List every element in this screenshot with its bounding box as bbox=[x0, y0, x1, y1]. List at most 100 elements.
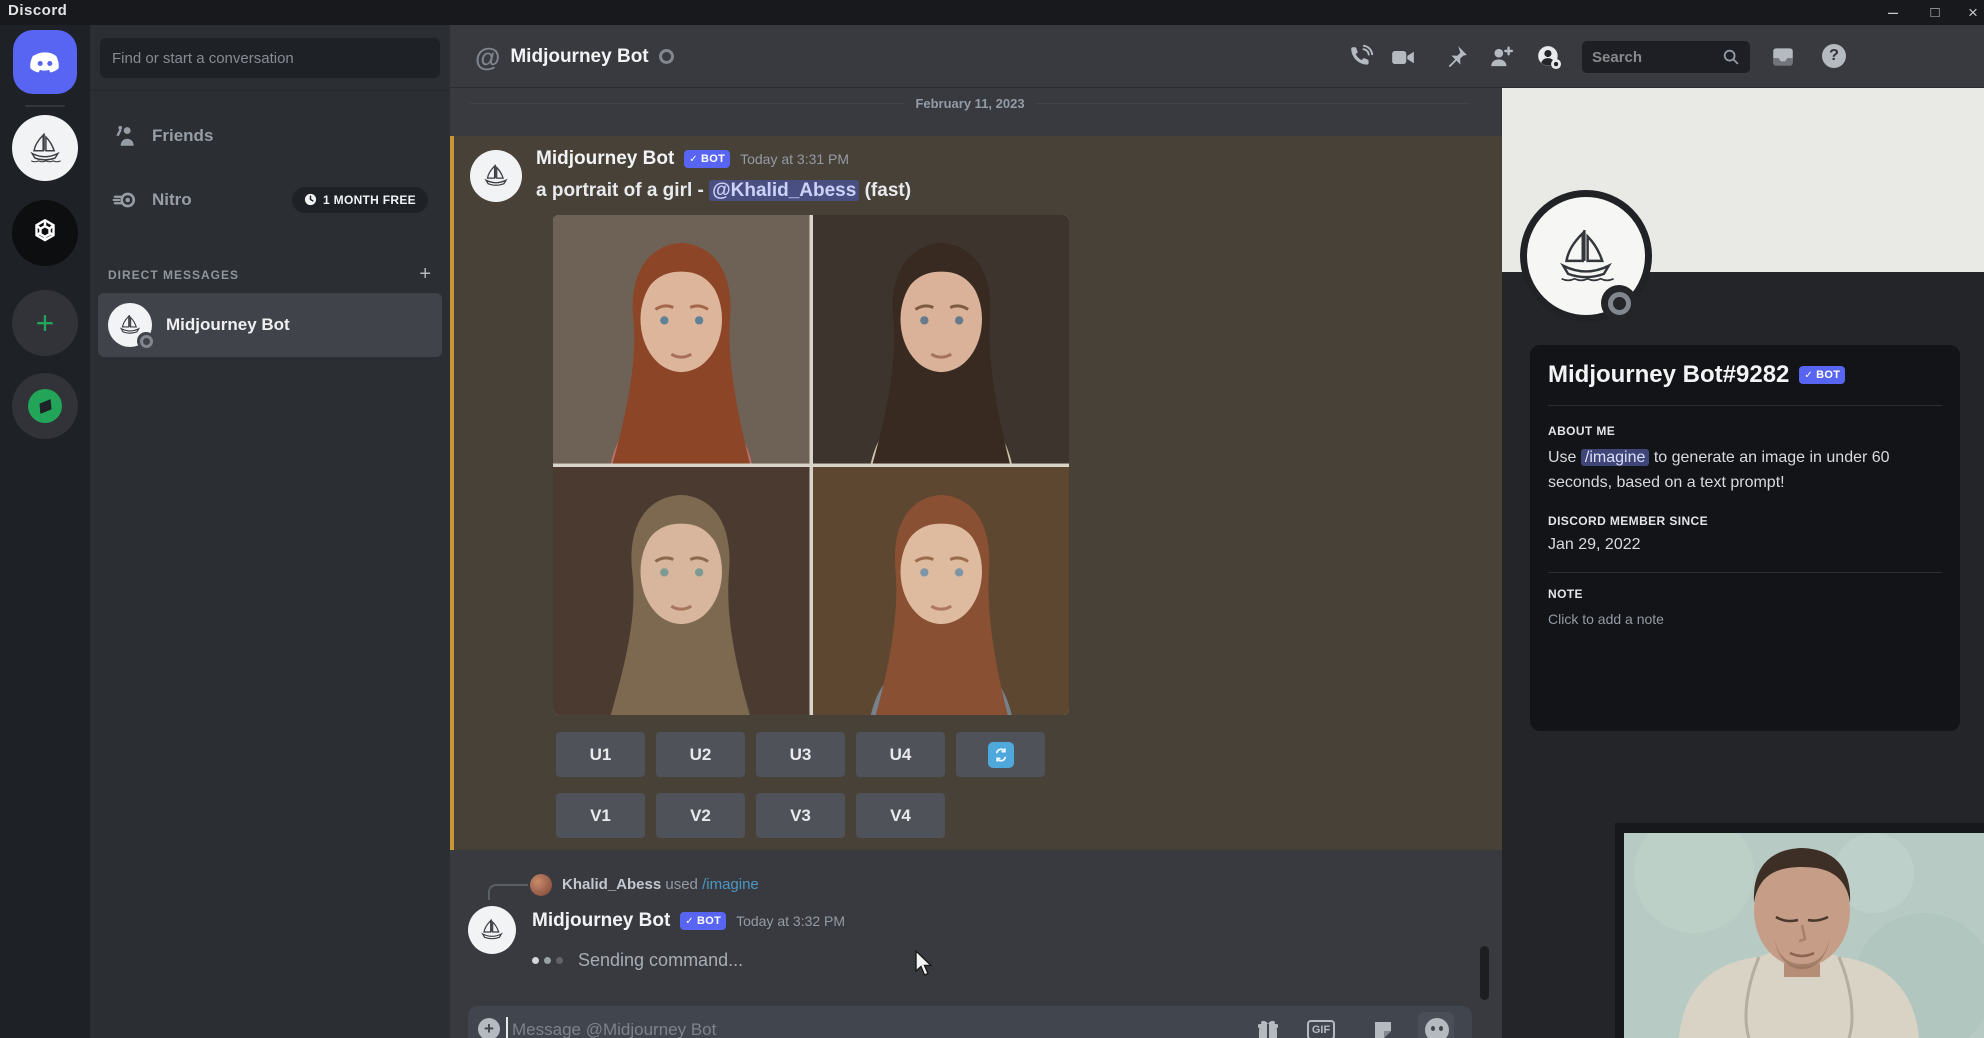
midjourney-avatar-icon bbox=[476, 914, 508, 946]
generated-image-4[interactable] bbox=[813, 467, 1070, 715]
v4-button[interactable]: V4 bbox=[856, 793, 945, 838]
u4-button[interactable]: U4 bbox=[856, 732, 945, 777]
prompt-text: a portrait of a girl - @Khalid_Abess (fa… bbox=[536, 180, 911, 202]
generated-image-3[interactable] bbox=[553, 467, 810, 715]
u1-button[interactable]: U1 bbox=[556, 732, 645, 777]
message-sending: Midjourney Bot ✓ BOT Today at 3:32 PM Se… bbox=[450, 906, 1502, 1006]
midjourney-avatar-icon bbox=[1547, 217, 1625, 295]
generated-image-grid[interactable] bbox=[553, 215, 1069, 715]
message-input-bar[interactable]: + Message @Midjourney Bot GIF bbox=[468, 1006, 1472, 1038]
note-input[interactable]: Click to add a note bbox=[1548, 611, 1942, 627]
chatgpt-server-icon bbox=[28, 216, 62, 250]
cursor-icon bbox=[915, 950, 937, 980]
v3-button[interactable]: V3 bbox=[756, 793, 845, 838]
about-text: Use /imagine to generate an image in und… bbox=[1548, 446, 1942, 496]
text-caret bbox=[506, 1017, 508, 1038]
avatar[interactable] bbox=[470, 150, 522, 202]
prompt-prefix: a portrait of a girl bbox=[536, 180, 692, 201]
close-button[interactable]: × bbox=[1958, 0, 1984, 25]
avatar[interactable] bbox=[530, 874, 552, 896]
generated-image-2[interactable] bbox=[813, 215, 1070, 464]
voice-call-button[interactable] bbox=[1348, 44, 1374, 70]
variation-button-row: V1 V2 V3 V4 bbox=[556, 793, 945, 838]
app-title: Discord bbox=[8, 2, 67, 19]
prompt-suffix: (fast) bbox=[859, 180, 911, 201]
pin-button[interactable] bbox=[1443, 44, 1469, 70]
message-grid-result: Midjourney Bot ✓ BOT Today at 3:31 PM a … bbox=[450, 136, 1502, 850]
date-divider-label: February 11, 2023 bbox=[905, 96, 1034, 111]
clock-icon bbox=[304, 193, 317, 206]
search-icon bbox=[1722, 48, 1740, 66]
chat-header-title-group: @ Midjourney Bot bbox=[475, 25, 674, 88]
sending-status-text: Sending command... bbox=[578, 950, 743, 971]
conversation-search-input[interactable]: Find or start a conversation bbox=[100, 38, 440, 78]
sticker-button[interactable] bbox=[1370, 1017, 1396, 1038]
note-heading: NOTE bbox=[1548, 587, 1942, 601]
member-profile-button[interactable] bbox=[1536, 44, 1562, 70]
video-call-button[interactable] bbox=[1390, 44, 1416, 70]
explore-icon bbox=[28, 389, 62, 423]
upscale-button-row: U1 U2 U3 U4 bbox=[556, 732, 1045, 777]
context-action: used bbox=[661, 876, 702, 893]
author-name[interactable]: Midjourney Bot bbox=[536, 148, 674, 170]
inbox-button[interactable] bbox=[1770, 44, 1796, 70]
verified-check-icon: ✓ bbox=[1804, 370, 1813, 381]
server-chatgpt[interactable] bbox=[12, 200, 78, 266]
status-offline-icon bbox=[1601, 285, 1637, 321]
dm-item-label: Midjourney Bot bbox=[166, 315, 290, 335]
home-button[interactable] bbox=[13, 30, 77, 94]
nitro-label: Nitro bbox=[152, 190, 192, 210]
minimize-button[interactable]: – bbox=[1878, 0, 1908, 25]
context-command[interactable]: /imagine bbox=[702, 876, 759, 893]
reply-spine bbox=[488, 884, 528, 900]
add-friend-button[interactable] bbox=[1488, 44, 1514, 70]
sidebar-item-friends[interactable]: Friends bbox=[100, 115, 440, 157]
nitro-badge-label: 1 MONTH FREE bbox=[323, 193, 416, 207]
gif-icon: GIF bbox=[1307, 1020, 1335, 1038]
context-username[interactable]: Khalid_Abess bbox=[562, 876, 661, 893]
generated-image-1[interactable] bbox=[553, 215, 810, 464]
webcam-video bbox=[1624, 833, 1984, 1038]
typing-dots-icon bbox=[532, 957, 539, 964]
timestamp: Today at 3:32 PM bbox=[736, 913, 845, 929]
imagine-command-chip[interactable]: /imagine bbox=[1581, 449, 1649, 466]
gift-button[interactable] bbox=[1255, 1017, 1281, 1038]
card-divider bbox=[1548, 405, 1942, 406]
bot-badge: ✓ BOT bbox=[684, 150, 730, 168]
verified-check-icon: ✓ bbox=[689, 154, 698, 165]
u2-button[interactable]: U2 bbox=[656, 732, 745, 777]
attach-icon[interactable]: + bbox=[478, 1018, 500, 1038]
user-mention[interactable]: @Khalid_Abess bbox=[709, 180, 859, 201]
emoji-button[interactable] bbox=[1424, 1017, 1450, 1038]
help-button[interactable]: ? bbox=[1822, 44, 1848, 70]
header-search-placeholder: Search bbox=[1592, 49, 1642, 66]
titlebar: Discord – □ × bbox=[0, 0, 1984, 25]
server-rail: + bbox=[0, 25, 90, 1038]
sidebar-item-nitro[interactable]: Nitro 1 MONTH FREE bbox=[100, 177, 440, 222]
channel-sidebar: Find or start a conversation Friends bbox=[90, 25, 450, 1038]
u3-button[interactable]: U3 bbox=[756, 732, 845, 777]
midjourney-avatar-icon bbox=[23, 126, 67, 170]
avatar[interactable] bbox=[468, 906, 516, 954]
header-search-input[interactable]: Search bbox=[1582, 41, 1750, 73]
explore-button[interactable] bbox=[12, 373, 78, 439]
status-offline-icon bbox=[659, 49, 674, 64]
server-midjourney[interactable] bbox=[12, 115, 78, 181]
dm-header-label[interactable]: DIRECT MESSAGES bbox=[108, 268, 239, 282]
create-dm-button[interactable]: + bbox=[419, 263, 432, 286]
member-since-heading: DISCORD MEMBER SINCE bbox=[1548, 514, 1942, 528]
dm-item-midjourney-bot[interactable]: Midjourney Bot bbox=[98, 293, 442, 357]
profile-name-row: Midjourney Bot#9282 ✓ BOT bbox=[1548, 361, 1942, 389]
maximize-button[interactable]: □ bbox=[1920, 0, 1950, 25]
author-name[interactable]: Midjourney Bot bbox=[532, 910, 670, 932]
add-server-button[interactable]: + bbox=[12, 290, 78, 356]
bot-badge: ✓ BOT bbox=[680, 912, 726, 930]
v2-button[interactable]: V2 bbox=[656, 793, 745, 838]
reroll-button[interactable] bbox=[956, 732, 1045, 777]
member-since-value: Jan 29, 2022 bbox=[1548, 536, 1942, 554]
v1-button[interactable]: V1 bbox=[556, 793, 645, 838]
chat-scrollbar[interactable] bbox=[1480, 946, 1489, 1000]
message-input-placeholder[interactable]: Message @Midjourney Bot bbox=[512, 1020, 716, 1038]
sidebar-divider bbox=[90, 90, 450, 91]
gif-button[interactable]: GIF bbox=[1308, 1017, 1334, 1038]
